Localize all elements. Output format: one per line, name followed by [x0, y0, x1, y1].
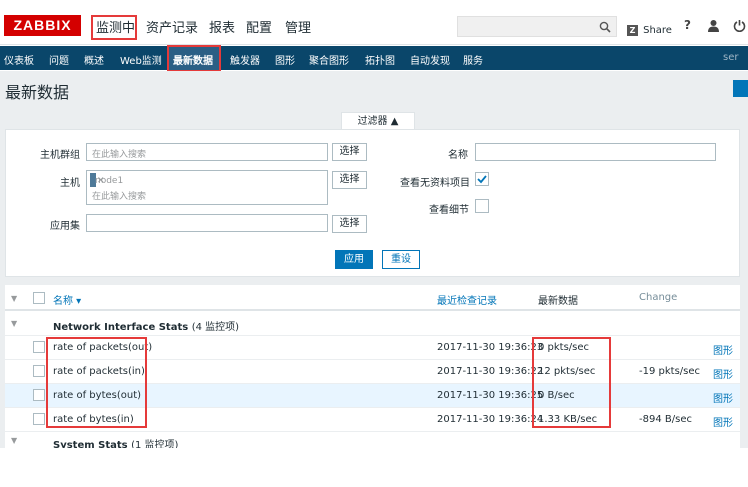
subnav-triggers[interactable]: 触发器 [230, 52, 260, 67]
table-header-row [5, 286, 740, 311]
reset-button[interactable]: 重设 [382, 250, 420, 269]
group-count: (4 监控项) [191, 322, 240, 333]
show-details-checkbox[interactable] [475, 199, 489, 213]
column-name-header[interactable]: 名称 ▾ [53, 292, 81, 307]
item-last-check: 2017-11-30 19:36:24 [437, 414, 544, 425]
host-group-label: 主机群组 [40, 150, 80, 161]
application-select-button[interactable]: 选择 [332, 215, 367, 233]
zabbix-logo[interactable]: ZABBIX [4, 15, 81, 36]
column-last-value-header: 最新数据 [538, 296, 578, 307]
search-icon[interactable] [599, 21, 611, 33]
host-label: 主机 [60, 178, 80, 189]
graph-link[interactable]: 图形 [713, 390, 733, 405]
application-label: 应用集 [50, 221, 80, 232]
group-toggle-icon[interactable]: ▼ [11, 436, 17, 445]
host-input[interactable]: node1 ✕ 在此输入搜索 [86, 170, 328, 205]
page-bottom-cover [0, 448, 748, 487]
share-icon: Z [627, 25, 638, 36]
highlight-box-monitoring [91, 15, 137, 40]
select-all-checkbox[interactable] [33, 292, 45, 304]
subnav-discovery[interactable]: 自动发现 [410, 52, 450, 67]
subnav-maps[interactable]: 拓扑图 [365, 52, 395, 67]
name-input[interactable] [475, 143, 716, 161]
host-tag-remove-icon[interactable]: ✕ [97, 176, 105, 186]
user-icon[interactable] [707, 19, 720, 32]
show-without-data-label: 查看无资料项目 [400, 178, 470, 189]
item-change: -894 B/sec [639, 414, 692, 425]
nav-administration[interactable]: 管理 [285, 17, 311, 36]
host-select-button[interactable]: 选择 [332, 171, 367, 189]
help-icon[interactable]: ? [684, 18, 691, 32]
column-change-header: Change [639, 292, 678, 303]
column-last-check-header[interactable]: 最近检查记录 [437, 292, 497, 307]
item-last-check: 2017-11-30 19:36:25 [437, 390, 544, 401]
search-input[interactable] [457, 16, 617, 37]
graph-link[interactable]: 图形 [713, 414, 733, 429]
subnav-screens[interactable]: 聚合图形 [309, 52, 349, 67]
subnav-overview[interactable]: 概述 [84, 52, 104, 67]
host-group-input[interactable]: 在此输入搜索 [86, 143, 328, 161]
application-input[interactable] [86, 214, 328, 232]
group-title: Network Interface Stats [53, 322, 189, 333]
graph-link[interactable]: 图形 [713, 366, 733, 381]
row-checkbox[interactable] [33, 389, 45, 401]
apply-button[interactable]: 应用 [335, 250, 373, 269]
group-name: Network Interface Stats (4 监控项) [53, 318, 239, 333]
power-icon[interactable] [733, 19, 746, 32]
subnav-web[interactable]: Web监测 [120, 52, 162, 67]
page-title: 最新数据 [5, 83, 70, 102]
name-label: 名称 [448, 150, 468, 161]
host-group-select-button[interactable]: 选择 [332, 143, 367, 161]
share-label: Share [643, 25, 672, 36]
show-details-label: 查看细节 [429, 205, 469, 216]
highlight-box-item-names [46, 337, 147, 428]
nav-inventory[interactable]: 资产记录 [146, 17, 198, 36]
nav-reports[interactable]: 报表 [209, 17, 235, 36]
highlight-box-latest-data [167, 45, 221, 72]
host-placeholder: 在此输入搜索 [92, 192, 147, 202]
item-last-check: 2017-11-30 19:36:23 [437, 342, 544, 353]
nav-configuration[interactable]: 配置 [246, 17, 272, 36]
host-group-placeholder: 在此输入搜索 [92, 150, 147, 160]
row-checkbox[interactable] [33, 341, 45, 353]
row-checkbox[interactable] [33, 365, 45, 377]
collapse-all-icon[interactable]: ▼ [11, 294, 17, 303]
graph-link[interactable]: 图形 [713, 342, 733, 357]
show-without-data-checkbox[interactable] [475, 172, 489, 186]
item-last-check: 2017-11-30 19:36:22 [437, 366, 544, 377]
share-button[interactable]: Z Share [627, 20, 672, 36]
subnav-graphs[interactable]: 图形 [275, 52, 295, 67]
row-checkbox[interactable] [33, 413, 45, 425]
subnav-server-text: ser [723, 52, 739, 63]
group-toggle-icon[interactable]: ▼ [11, 319, 17, 328]
subnav-problems[interactable]: 问题 [49, 52, 69, 67]
checkmark-icon [477, 175, 487, 184]
subnav-dashboard[interactable]: 仪表板 [4, 52, 34, 67]
host-tag: node1 ✕ [90, 173, 123, 187]
subnav-services[interactable]: 服务 [463, 52, 483, 67]
highlight-box-latest-values [532, 337, 611, 428]
fullscreen-button[interactable] [733, 80, 748, 97]
top-header: ZABBIX 监测中 资产记录 报表 配置 管理 Z Share ? [0, 0, 748, 45]
item-change: -19 pkts/sec [639, 366, 701, 377]
